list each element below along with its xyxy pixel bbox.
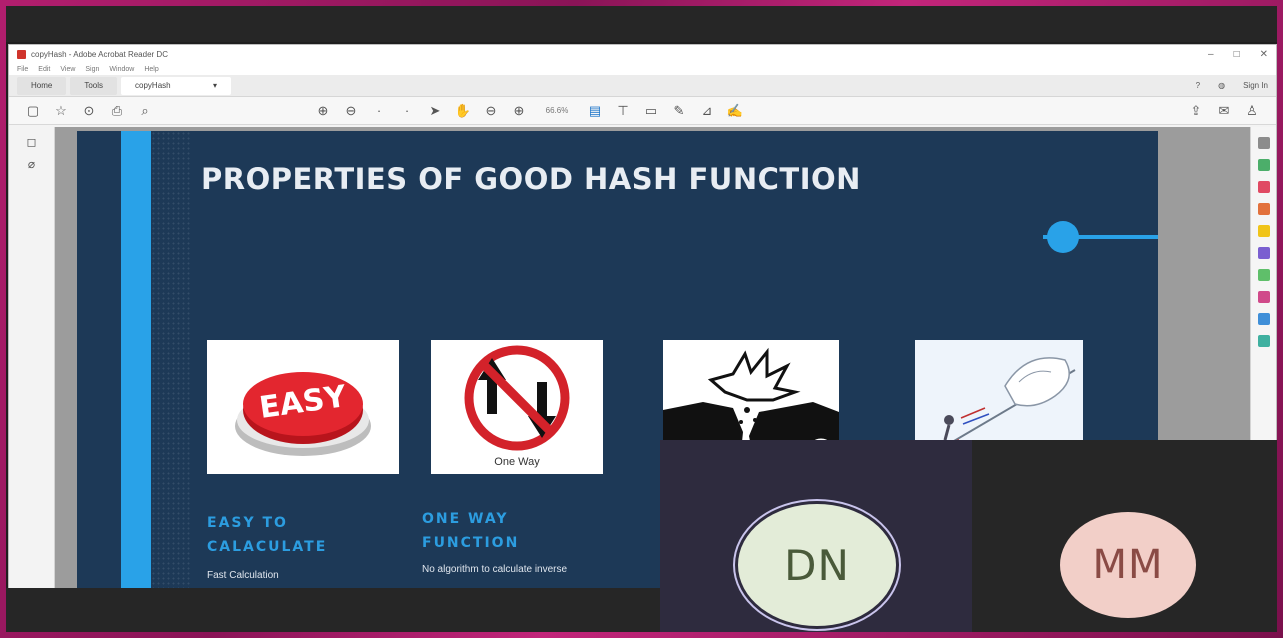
bookmark-icon[interactable]: ◻ bbox=[9, 135, 54, 149]
upload-icon[interactable]: ⊙ bbox=[75, 103, 103, 119]
avatar: MM bbox=[1060, 512, 1196, 618]
tab-tools[interactable]: Tools bbox=[70, 76, 118, 95]
page-display-icon[interactable]: ▤ bbox=[581, 103, 609, 119]
page-number-icon[interactable]: · bbox=[365, 103, 393, 118]
participant-tile-dn[interactable]: DN bbox=[660, 440, 972, 632]
email-icon[interactable]: ✉ bbox=[1210, 103, 1238, 119]
item-easy-description: Fast Calculation bbox=[207, 570, 279, 581]
toolbar: ▢ ☆ ⊙ ⎙ ⌕ ⊕ ⊖ · · ➤ ✋ ⊖ ⊕ 66.6% ▤ ⊤ ▭ ✎ … bbox=[9, 97, 1276, 125]
menu-help[interactable]: Help bbox=[144, 66, 158, 73]
page-count-icon: · bbox=[404, 103, 410, 118]
scroll-mode-icon[interactable]: ⊤ bbox=[609, 103, 637, 119]
organize-pages-icon[interactable] bbox=[1257, 269, 1270, 281]
item-oneway-heading: ONE WAY FUNCTION bbox=[422, 511, 520, 551]
draw-icon[interactable]: ⊿ bbox=[693, 103, 721, 119]
notifications-icon[interactable]: ◍ bbox=[1218, 81, 1225, 90]
avatar-initials: DN bbox=[784, 540, 850, 590]
window-title: copyHash - Adobe Acrobat Reader DC bbox=[31, 49, 168, 59]
tab-document[interactable]: copyHash ▾ bbox=[121, 76, 232, 95]
fill-sign-icon[interactable] bbox=[1257, 291, 1270, 303]
comment-tool-icon[interactable] bbox=[1257, 225, 1270, 237]
zoom-out-icon[interactable]: ⊖ bbox=[477, 103, 505, 119]
menu-bar: File Edit View Sign Window Help bbox=[9, 63, 1276, 75]
edit-pdf-icon[interactable] bbox=[1257, 203, 1270, 215]
easy-button-image: EASY bbox=[207, 340, 399, 474]
menu-sign[interactable]: Sign bbox=[85, 66, 99, 73]
page-down-icon[interactable]: ⊖ bbox=[337, 103, 365, 119]
one-way-sign-image: One Way bbox=[431, 340, 603, 474]
more-tools-icon[interactable] bbox=[1257, 335, 1270, 347]
minimize-icon[interactable]: – bbox=[1208, 49, 1214, 60]
add-user-icon[interactable]: ♙ bbox=[1238, 103, 1266, 119]
avatar-initials: MM bbox=[1092, 542, 1164, 588]
help-icon[interactable]: ? bbox=[1196, 81, 1200, 90]
share-icon[interactable]: ⇪ bbox=[1182, 103, 1210, 119]
sign-in-link[interactable]: Sign In bbox=[1243, 81, 1268, 90]
avatar: DN bbox=[738, 504, 896, 626]
menu-file[interactable]: File bbox=[17, 66, 28, 73]
zoom-in-icon[interactable]: ⊕ bbox=[505, 103, 533, 119]
save-icon[interactable]: ▢ bbox=[19, 103, 47, 119]
maximize-icon[interactable]: □ bbox=[1234, 49, 1240, 60]
left-rail: ◻ ⌀ bbox=[9, 127, 55, 591]
attachment-icon[interactable]: ⌀ bbox=[9, 157, 54, 171]
close-icon[interactable]: ✕ bbox=[1260, 49, 1268, 60]
item-easy-heading: EASY TO CALACULATE bbox=[207, 515, 328, 555]
slide-dot-pattern bbox=[151, 131, 191, 591]
combine-files-icon[interactable] bbox=[1257, 247, 1270, 259]
highlight-pen-icon[interactable]: ✎ bbox=[665, 103, 693, 119]
select-cursor-icon[interactable]: ➤ bbox=[421, 103, 449, 119]
create-pdf-icon[interactable] bbox=[1257, 181, 1270, 193]
send-review-icon[interactable] bbox=[1257, 313, 1270, 325]
print-icon[interactable]: ⎙ bbox=[103, 103, 131, 119]
star-icon[interactable]: ☆ bbox=[47, 103, 75, 119]
menu-edit[interactable]: Edit bbox=[38, 66, 50, 73]
hand-tool-icon[interactable]: ✋ bbox=[449, 103, 477, 119]
search-icon[interactable]: ⌕ bbox=[131, 103, 159, 119]
tabs-bar: Home Tools copyHash ▾ ? ◍ Sign In bbox=[9, 75, 1276, 97]
page-up-icon[interactable]: ⊕ bbox=[309, 103, 337, 119]
menu-window[interactable]: Window bbox=[109, 66, 134, 73]
slide-accent-bar bbox=[121, 131, 151, 591]
export-pdf-icon[interactable] bbox=[1257, 159, 1270, 171]
comment-icon[interactable]: ▭ bbox=[637, 103, 665, 119]
slide-title: PROPERTIES OF GOOD HASH FUNCTION bbox=[201, 162, 861, 196]
item-oneway-description: No algorithm to calculate inverse bbox=[422, 564, 568, 575]
menu-view[interactable]: View bbox=[60, 66, 75, 73]
acrobat-icon bbox=[17, 49, 26, 59]
search-tool-icon[interactable] bbox=[1257, 137, 1270, 149]
one-way-caption: One Way bbox=[494, 456, 540, 468]
tab-home[interactable]: Home bbox=[17, 76, 67, 95]
slide-connector-dot bbox=[1047, 221, 1079, 253]
zoom-level[interactable]: 66.6% bbox=[533, 106, 581, 115]
screen-share-frame: copyHash - Adobe Acrobat Reader DC – □ ✕… bbox=[6, 6, 1277, 632]
chevron-down-icon[interactable]: ▾ bbox=[213, 77, 217, 95]
title-bar: copyHash - Adobe Acrobat Reader DC – □ ✕ bbox=[9, 45, 1276, 63]
sign-icon[interactable]: ✍ bbox=[721, 103, 749, 119]
tab-document-label: copyHash bbox=[135, 80, 171, 90]
participant-tile-mm[interactable]: MM bbox=[972, 440, 1277, 632]
top-band bbox=[6, 6, 1277, 42]
